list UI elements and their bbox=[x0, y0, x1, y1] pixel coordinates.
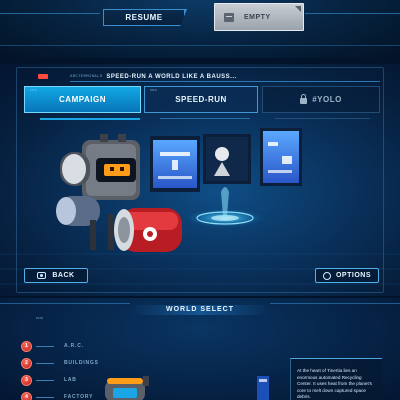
tab-campaign-code: CPN bbox=[30, 89, 37, 92]
tab-campaign-label: CAMPAIGN bbox=[59, 95, 106, 104]
back-button[interactable]: BACK bbox=[24, 268, 88, 283]
frame-line-bottom bbox=[0, 45, 400, 46]
ws-frame-left bbox=[0, 303, 130, 304]
tab-yolo-label: #YOLO bbox=[312, 95, 342, 104]
world-name: FACTORY bbox=[64, 394, 94, 400]
options-label: OPTIONS bbox=[335, 272, 371, 279]
tab-campaign[interactable]: CPN CAMPAIGN bbox=[24, 86, 141, 113]
gear-icon bbox=[322, 271, 331, 280]
save-slot-button[interactable]: EMPTY bbox=[214, 3, 304, 31]
tab-speed-run-underline bbox=[160, 118, 250, 119]
world-monitor-preview bbox=[257, 376, 269, 400]
pause-menu-band bbox=[0, 0, 400, 58]
back-icon bbox=[37, 272, 47, 279]
lock-icon bbox=[300, 94, 308, 104]
world-select-title: WORLD SELECT bbox=[166, 306, 234, 313]
ticker-message: SPEED-RUN A WORLD LIKE A BAUSS... bbox=[106, 73, 237, 80]
world-item-lab[interactable]: 3 LAB bbox=[21, 374, 77, 386]
world-description-box: At the heart of Tinertia lies an enormou… bbox=[290, 358, 382, 400]
world-select-code: PATH bbox=[36, 317, 44, 320]
mode-select-panel: ARCTERMINALS SPEED-RUN A WORLD LIKE A BA… bbox=[0, 64, 400, 296]
world-connector bbox=[36, 345, 54, 347]
world-item-buildings[interactable]: 2 BUILDINGS bbox=[21, 357, 99, 369]
back-label: BACK bbox=[52, 272, 75, 279]
ticker-underline bbox=[70, 81, 380, 82]
resume-button[interactable]: RESUME bbox=[103, 9, 187, 26]
save-slot-icon bbox=[224, 12, 234, 22]
frame-line-right bbox=[305, 13, 400, 14]
tab-speed-run-code: SRN bbox=[150, 89, 157, 92]
frame-line-left bbox=[0, 13, 100, 14]
tab-yolo-underline bbox=[275, 118, 370, 119]
world-connector bbox=[36, 362, 54, 364]
world-name: A.R.C. bbox=[64, 343, 84, 349]
world-item-factory[interactable]: 4 FACTORY bbox=[21, 391, 93, 400]
world-name: LAB bbox=[64, 377, 77, 383]
world-number-badge: 1 bbox=[21, 340, 32, 352]
ws-frame-right bbox=[270, 303, 400, 304]
tab-yolo[interactable]: #YOLO bbox=[262, 86, 380, 113]
world-number-badge: 2 bbox=[21, 357, 32, 369]
world-description: At the heart of Tinertia lies an enormou… bbox=[297, 368, 372, 399]
robot-preview bbox=[105, 376, 149, 400]
tab-speed-run-label: SPEED-RUN bbox=[175, 95, 227, 104]
tab-speed-run[interactable]: SRN SPEED-RUN bbox=[144, 86, 258, 113]
world-item-arc[interactable]: 1 A.R.C. bbox=[21, 340, 84, 352]
slot-corner-mark bbox=[295, 6, 301, 12]
world-connector bbox=[36, 379, 54, 381]
save-slot-label: EMPTY bbox=[244, 13, 271, 21]
world-name: BUILDINGS bbox=[64, 360, 99, 366]
ticker-alert-icon bbox=[38, 74, 48, 79]
ticker-prefix: ARCTERMINALS bbox=[70, 74, 103, 79]
world-number-badge: 4 bbox=[21, 391, 32, 400]
tab-campaign-underline bbox=[40, 118, 140, 120]
resume-label: RESUME bbox=[125, 13, 163, 22]
world-connector bbox=[36, 396, 54, 398]
options-button[interactable]: OPTIONS bbox=[315, 268, 379, 283]
world-number-badge: 3 bbox=[21, 374, 32, 386]
